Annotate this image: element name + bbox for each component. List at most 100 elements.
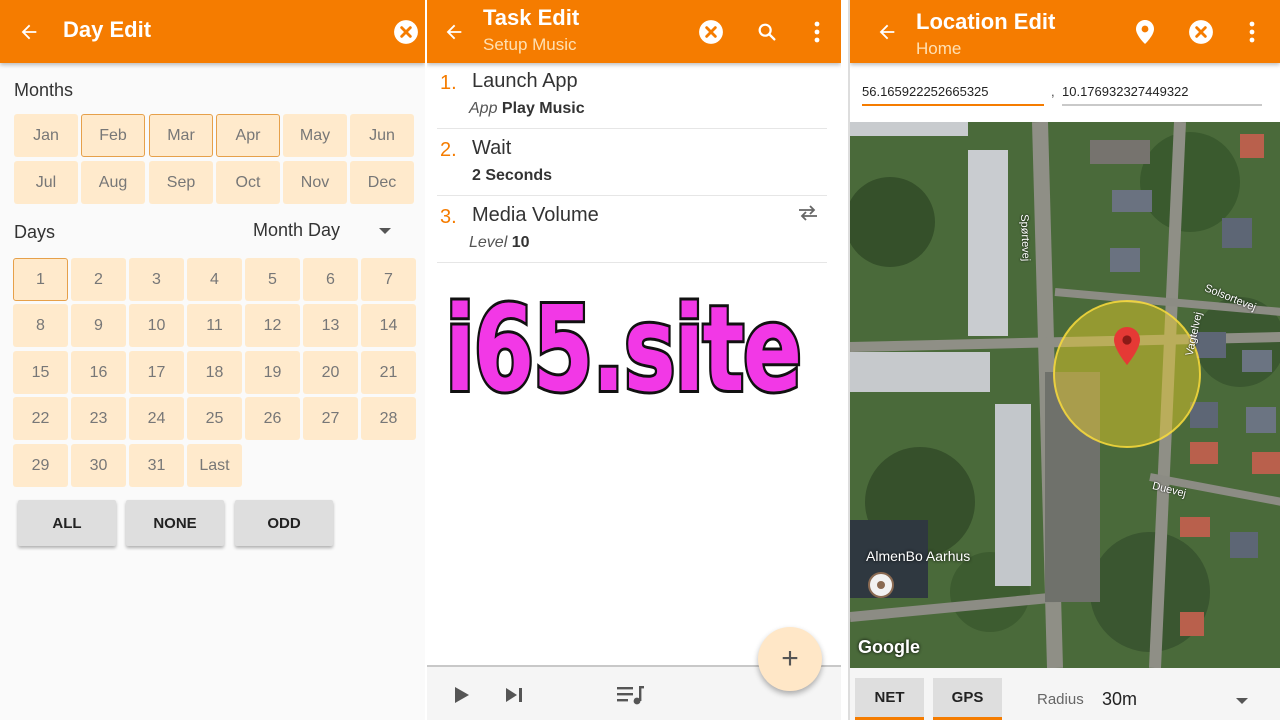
back-arrow-icon[interactable] [439, 0, 469, 63]
month-chip[interactable]: Jan [14, 114, 78, 157]
latitude-field[interactable]: 56.165922252665325 [862, 84, 1044, 106]
action-param: 2 Seconds [472, 167, 552, 185]
param-value: 2 Seconds [472, 167, 553, 184]
month-chip[interactable]: Mar [149, 114, 213, 157]
day-chip[interactable]: 30 [71, 444, 126, 487]
day-chip[interactable]: 1 [13, 258, 68, 301]
net-toggle-button[interactable]: NET [855, 678, 924, 720]
radius-value[interactable]: 30m [1102, 689, 1137, 710]
day-chip[interactable]: Last [187, 444, 242, 487]
page-subtitle: Setup Music [483, 35, 577, 54]
day-chip[interactable]: 15 [13, 351, 68, 394]
skip-next-icon[interactable] [505, 687, 523, 708]
action-number: 2. [440, 139, 457, 161]
day-chip[interactable]: 10 [129, 304, 184, 347]
page-title: Task Edit [483, 5, 580, 30]
day-chip[interactable]: 28 [361, 397, 416, 440]
months-label: Months [14, 80, 74, 100]
satellite-map[interactable]: Spørtevej Solsortevej Vagtelvej Duevej A… [850, 122, 1280, 668]
task-action-row[interactable]: 1. Launch App App Play Music [437, 62, 827, 129]
task-action-row[interactable]: 3. Media Volume Level 10 [437, 196, 827, 263]
radius-label: Radius [1037, 691, 1084, 708]
back-arrow-icon[interactable] [872, 0, 902, 63]
day-chip[interactable]: 29 [13, 444, 68, 487]
day-chip[interactable]: 20 [303, 351, 358, 394]
day-chip[interactable]: 23 [71, 397, 126, 440]
days-label: Days [14, 222, 56, 242]
task-action-row[interactable]: 2. Wait 2 Seconds [437, 129, 827, 196]
place-poi-icon[interactable] [868, 572, 894, 598]
day-chip[interactable]: 5 [245, 258, 300, 301]
close-circle-icon[interactable] [697, 0, 725, 63]
place-label: AlmenBo Aarhus [866, 548, 971, 564]
add-action-fab[interactable]: + [758, 627, 822, 691]
month-chip[interactable]: Nov [283, 161, 347, 204]
day-chip[interactable]: 27 [303, 397, 358, 440]
watermark-text: i65.site [443, 277, 805, 421]
month-chip[interactable]: Jun [350, 114, 414, 157]
month-chip[interactable]: Jul [14, 161, 78, 204]
all-button[interactable]: ALL [18, 500, 116, 546]
day-chip[interactable]: 26 [245, 397, 300, 440]
day-chip[interactable]: 19 [245, 351, 300, 394]
day-chip[interactable]: 14 [361, 304, 416, 347]
gps-toggle-button[interactable]: GPS [933, 678, 1002, 720]
day-mode-dropdown[interactable]: Month Day [253, 220, 340, 241]
day-chip[interactable]: 25 [187, 397, 242, 440]
action-param: App Play Music [469, 100, 585, 118]
close-circle-icon[interactable] [392, 0, 420, 63]
day-chip[interactable]: 3 [129, 258, 184, 301]
odd-button[interactable]: ODD [235, 500, 333, 546]
day-chip[interactable]: 16 [71, 351, 126, 394]
day-chip[interactable]: 21 [361, 351, 416, 394]
param-value: Play Music [501, 100, 585, 117]
month-chip[interactable]: Apr [216, 114, 280, 157]
location-marker-icon[interactable] [1114, 327, 1140, 370]
month-chip[interactable]: Oct [216, 161, 280, 204]
day-chip[interactable]: 2 [71, 258, 126, 301]
day-chip[interactable]: 24 [129, 397, 184, 440]
month-chip[interactable]: May [283, 114, 347, 157]
longitude-field[interactable]: 10.176932327449322 [1062, 84, 1262, 106]
day-chip[interactable]: 31 [129, 444, 184, 487]
dropdown-arrow-icon[interactable] [379, 228, 391, 234]
month-chip[interactable]: Feb [81, 114, 145, 157]
radius-dropdown-arrow-icon[interactable] [1236, 698, 1248, 704]
swap-arrows-icon[interactable] [797, 204, 819, 227]
task-edit-panel: Task Edit Setup Music 1. Launch App App … [427, 0, 841, 720]
more-vert-icon[interactable] [807, 0, 827, 63]
month-chip[interactable]: Aug [81, 161, 145, 204]
back-arrow-icon[interactable] [14, 0, 44, 63]
map-imagery [850, 122, 1280, 668]
day-edit-panel: Day Edit Months Jan Feb Mar Apr May Jun Jul Aug… [0, 0, 425, 720]
month-chip[interactable]: Dec [350, 161, 414, 204]
day-edit-appbar: Day Edit [0, 0, 425, 63]
close-circle-icon[interactable] [1187, 0, 1215, 63]
day-chip[interactable]: 18 [187, 351, 242, 394]
day-chip[interactable]: 12 [245, 304, 300, 347]
month-chip[interactable]: Sep [149, 161, 213, 204]
place-pin-icon[interactable] [1134, 0, 1156, 63]
action-name: Launch App [472, 70, 578, 92]
page-title: Day Edit [63, 17, 152, 42]
day-chip[interactable]: 17 [129, 351, 184, 394]
play-icon[interactable] [454, 686, 470, 709]
day-chip[interactable]: 11 [187, 304, 242, 347]
task-edit-appbar: Task Edit Setup Music [427, 0, 841, 63]
more-vert-icon[interactable] [1242, 0, 1262, 63]
none-button[interactable]: NONE [126, 500, 224, 546]
day-chip[interactable]: 6 [303, 258, 358, 301]
day-chip[interactable]: 22 [13, 397, 68, 440]
day-chip[interactable]: 13 [303, 304, 358, 347]
day-chip[interactable]: 7 [361, 258, 416, 301]
day-chip[interactable]: 8 [13, 304, 68, 347]
page-title: Location Edit [916, 9, 1056, 34]
google-attribution: Google [858, 637, 920, 657]
location-edit-panel: Location Edit Home 56.165922252665325 , … [848, 0, 1280, 720]
action-name: Media Volume [472, 204, 599, 226]
day-chip[interactable]: 4 [187, 258, 242, 301]
day-chip[interactable]: 9 [71, 304, 126, 347]
search-icon[interactable] [753, 0, 781, 63]
playlist-icon[interactable] [617, 685, 645, 710]
location-edit-appbar: Location Edit Home [850, 0, 1280, 63]
